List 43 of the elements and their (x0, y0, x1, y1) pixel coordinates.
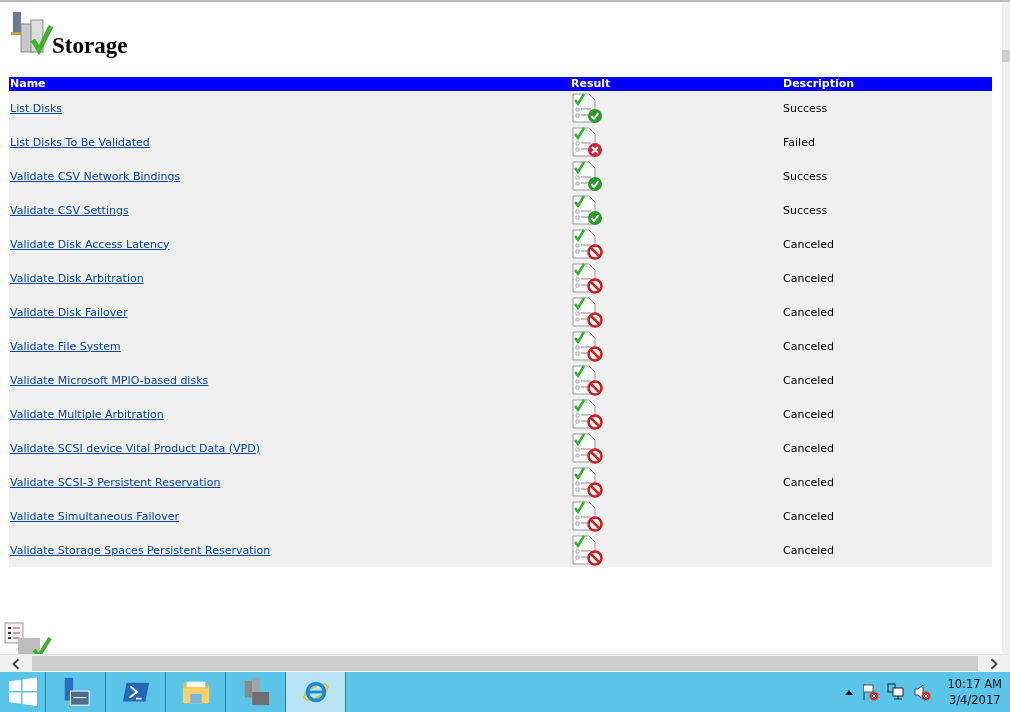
description-text: Canceled (783, 373, 834, 387)
column-header: Name (9, 77, 570, 91)
description-text: Failed (783, 135, 815, 149)
description-text: Canceled (783, 339, 834, 353)
description-text: Success (783, 203, 828, 217)
test-link[interactable]: Validate Storage Spaces Persistent Reservation (10, 543, 271, 557)
description-text: Success (783, 169, 828, 183)
description-text: Canceled (783, 509, 834, 523)
network-icon[interactable] (887, 683, 906, 701)
test-link[interactable]: Validate Multiple Arbitration (10, 407, 164, 421)
flag-error-icon[interactable] (861, 683, 880, 701)
clock-date[interactable]: 3/4/2017 (948, 692, 1001, 708)
taskbar-app-button[interactable] (286, 672, 346, 712)
test-link[interactable]: List Disks (10, 101, 63, 115)
server-check-icon (9, 10, 53, 58)
test-link[interactable]: Validate File System (10, 339, 121, 353)
test-link[interactable]: Validate Disk Arbitration (10, 271, 144, 285)
horizontal-scrollbar[interactable] (0, 654, 1010, 672)
test-link[interactable]: Validate Disk Access Latency (10, 237, 170, 251)
description-text: Canceled (783, 407, 834, 421)
test-link[interactable]: Validate CSV Network Bindings (10, 169, 181, 183)
clock-time[interactable]: 10:17 AM (947, 676, 1002, 692)
description-text: Canceled (783, 475, 834, 489)
speaker-muted-icon[interactable] (913, 683, 932, 701)
description-text: Canceled (783, 441, 834, 455)
windows-logo-icon (7, 677, 38, 707)
vertical-scrollbar[interactable] (1002, 2, 1010, 654)
test-link[interactable]: Validate Simultaneous Failover (10, 509, 180, 523)
column-header: Result (570, 77, 782, 91)
section-title: Storage (52, 34, 128, 58)
test-link[interactable]: Validate CSV Settings (10, 203, 129, 217)
description-text: Canceled (783, 237, 834, 251)
show-hidden-icons-icon[interactable] (845, 689, 854, 695)
column-header: Description (782, 77, 992, 91)
test-link[interactable]: Validate SCSI device Vital Product Data (VPD) (10, 441, 261, 455)
test-link[interactable]: Validate Disk Failover (10, 305, 128, 319)
test-link[interactable]: List Disks To Be Validated (10, 135, 150, 149)
description-text: Canceled (783, 305, 834, 319)
description-text: Canceled (783, 271, 834, 285)
description-text: Success (783, 101, 828, 115)
test-link[interactable]: Validate SCSI-3 Persistent Reservation (10, 475, 221, 489)
test-link[interactable]: Validate Microsoft MPIO-based disks (10, 373, 209, 387)
description-text: Canceled (783, 543, 834, 557)
